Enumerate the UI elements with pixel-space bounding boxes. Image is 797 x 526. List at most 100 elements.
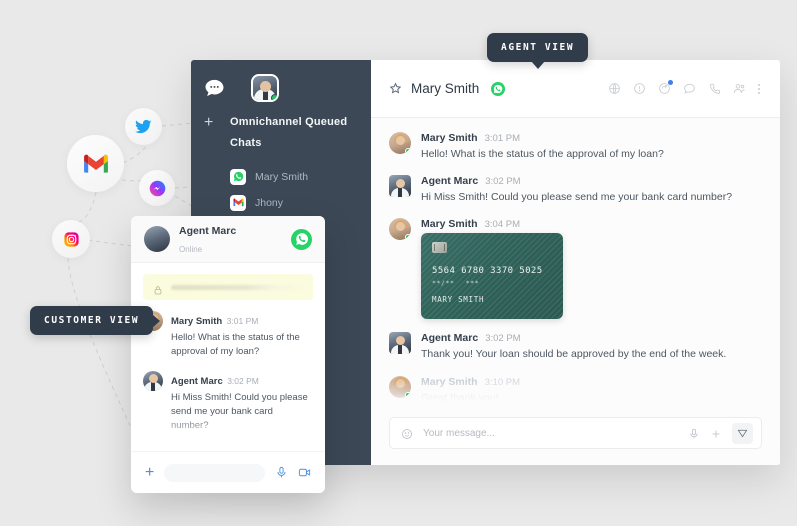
message-item: Mary Smith 3:04 PM 5564 6780 3370 5025 *… bbox=[389, 218, 760, 320]
message-sender: Agent Marc bbox=[421, 332, 479, 345]
composer: Your message... bbox=[371, 407, 780, 465]
avatar bbox=[389, 132, 411, 154]
online-status-dot bbox=[405, 391, 411, 398]
message-item: Agent Marc 3:02 PM Thank you! Your loan … bbox=[389, 332, 760, 362]
message-time: 3:10 PM bbox=[484, 376, 520, 388]
globe-icon[interactable] bbox=[608, 82, 621, 95]
sidebar-queue-header: + Omnichannel Queued Chats bbox=[191, 112, 371, 154]
message-input[interactable]: Your message... bbox=[423, 428, 678, 439]
screenshot-root: AGENT VIEW + Omnichannel Queued Chats Ma… bbox=[0, 0, 797, 526]
sidebar-top bbox=[191, 60, 371, 112]
chat-bubble-logo-icon[interactable] bbox=[204, 79, 225, 97]
message-sender: Mary Smith bbox=[421, 218, 478, 231]
customer-header-name: Agent Marc bbox=[179, 225, 237, 237]
chat-title: Mary Smith bbox=[411, 81, 480, 96]
card-expiry-cvv: **/** *** bbox=[432, 279, 552, 287]
customer-header-status: Online bbox=[179, 245, 203, 254]
message-text: Thank you! Your loan should be approved … bbox=[421, 348, 727, 361]
messenger-icon bbox=[139, 170, 175, 206]
online-status-dot bbox=[405, 148, 411, 154]
card-cvv: *** bbox=[465, 279, 480, 288]
message-item: Agent Marc 3:02 PM Hi Miss Smith! Could … bbox=[389, 175, 760, 205]
smiley-icon[interactable] bbox=[401, 427, 413, 439]
bank-card-attachment: 5564 6780 3370 5025 **/** *** MARY SMITH bbox=[421, 233, 563, 320]
info-icon[interactable] bbox=[633, 82, 646, 95]
message-time: 3:04 PM bbox=[484, 219, 520, 231]
customer-window: Agent Marc Online Mary Smith 3:01 PM Hel… bbox=[131, 216, 325, 493]
message-text: Hello! What is the status of the approva… bbox=[171, 332, 300, 358]
mic-icon[interactable] bbox=[688, 427, 700, 439]
message-sender: Mary Smith bbox=[421, 375, 478, 388]
message-item: Mary Smith 3:01 PM Hello! What is the st… bbox=[389, 132, 760, 162]
message-item: Mary Smith 3:01 PM Hello! What is the st… bbox=[143, 311, 313, 360]
message-time: 3:02 PM bbox=[485, 333, 521, 345]
notification-badge bbox=[668, 80, 673, 85]
twitter-icon bbox=[125, 108, 162, 145]
instagram-icon bbox=[52, 220, 90, 258]
agent-view-tag: AGENT VIEW bbox=[487, 33, 589, 69]
star-icon[interactable] bbox=[389, 82, 402, 95]
gmail-icon bbox=[67, 135, 124, 192]
message-text: Hi Miss Smith! Could you please send me … bbox=[171, 391, 308, 432]
message-time: 3:10 PM bbox=[227, 449, 259, 451]
message-text: Hi Miss Smith! Could you please send me … bbox=[421, 191, 733, 204]
queue-title: Omnichannel Queued Chats bbox=[230, 116, 348, 149]
header-actions bbox=[608, 80, 760, 95]
message-item: Mary Smith 3:10 PM bbox=[143, 444, 313, 451]
video-icon[interactable] bbox=[298, 466, 311, 479]
message-input[interactable] bbox=[164, 463, 265, 482]
lock-icon bbox=[153, 282, 163, 294]
customer-chat-header: Agent Marc Online bbox=[131, 216, 325, 263]
message-time: 3:01 PM bbox=[484, 133, 520, 144]
chat-list-item-label: Mary Smith bbox=[255, 170, 309, 183]
message-sender: Agent Marc bbox=[421, 175, 479, 188]
gmail-icon bbox=[230, 194, 246, 211]
card-chip-icon bbox=[432, 242, 447, 254]
chat-pane: Mary Smith Mary Smith 3:01 PM Hello! Wha… bbox=[371, 60, 780, 465]
card-holder: MARY SMITH bbox=[432, 295, 485, 305]
plus-icon[interactable] bbox=[710, 427, 722, 439]
online-status-dot bbox=[271, 94, 277, 100]
message-sender: Agent Marc bbox=[171, 375, 223, 387]
contacts-icon[interactable] bbox=[733, 82, 746, 95]
message-list: Mary Smith 3:01 PM Hello! What is the st… bbox=[371, 118, 780, 407]
message-time: 3:01 PM bbox=[226, 316, 259, 326]
avatar bbox=[389, 332, 411, 355]
avatar bbox=[389, 218, 411, 241]
customer-composer: + bbox=[131, 451, 325, 493]
card-expiry: **/** bbox=[432, 279, 455, 288]
whatsapp-icon bbox=[230, 168, 246, 185]
add-chat-button[interactable]: + bbox=[204, 112, 230, 154]
more-icon[interactable] bbox=[758, 83, 760, 94]
refresh-icon[interactable] bbox=[658, 80, 673, 95]
avatar bbox=[143, 444, 163, 451]
mic-icon[interactable] bbox=[275, 466, 288, 479]
message-sender: Mary Smith bbox=[421, 132, 478, 144]
whatsapp-icon bbox=[291, 228, 312, 250]
chat-list-item-mary-smith[interactable]: Mary Smith bbox=[230, 164, 371, 190]
chat-list-item-jhony[interactable]: Jhony bbox=[230, 190, 371, 216]
message-time: 3:02 PM bbox=[227, 375, 259, 386]
customer-view-tag: CUSTOMER VIEW bbox=[30, 306, 161, 335]
plus-icon[interactable]: + bbox=[145, 464, 154, 481]
chat-header: Mary Smith bbox=[371, 60, 780, 118]
message-time: 3:02 PM bbox=[485, 176, 521, 188]
avatar bbox=[143, 370, 163, 391]
composer-box[interactable]: Your message... bbox=[389, 417, 762, 449]
phone-icon[interactable] bbox=[708, 82, 721, 95]
avatar bbox=[389, 375, 411, 398]
message-text: Hello! What is the status of the approva… bbox=[421, 148, 664, 160]
chat-list-item-label: Jhony bbox=[255, 196, 284, 209]
chat-list: Mary Smith Jhony bbox=[191, 164, 371, 216]
send-icon[interactable] bbox=[732, 422, 753, 444]
card-number: 5564 6780 3370 5025 bbox=[432, 266, 543, 277]
avatar bbox=[389, 175, 411, 198]
agent-avatar[interactable] bbox=[251, 74, 279, 102]
chat-icon[interactable] bbox=[683, 82, 696, 95]
message-item: Agent Marc 3:02 PM Hi Miss Smith! Could … bbox=[143, 370, 313, 434]
avatar bbox=[144, 226, 170, 252]
encryption-notice bbox=[143, 274, 313, 300]
message-sender: Mary Smith bbox=[171, 316, 223, 327]
message-sender: Mary Smith bbox=[171, 449, 222, 451]
whatsapp-icon bbox=[491, 81, 506, 96]
